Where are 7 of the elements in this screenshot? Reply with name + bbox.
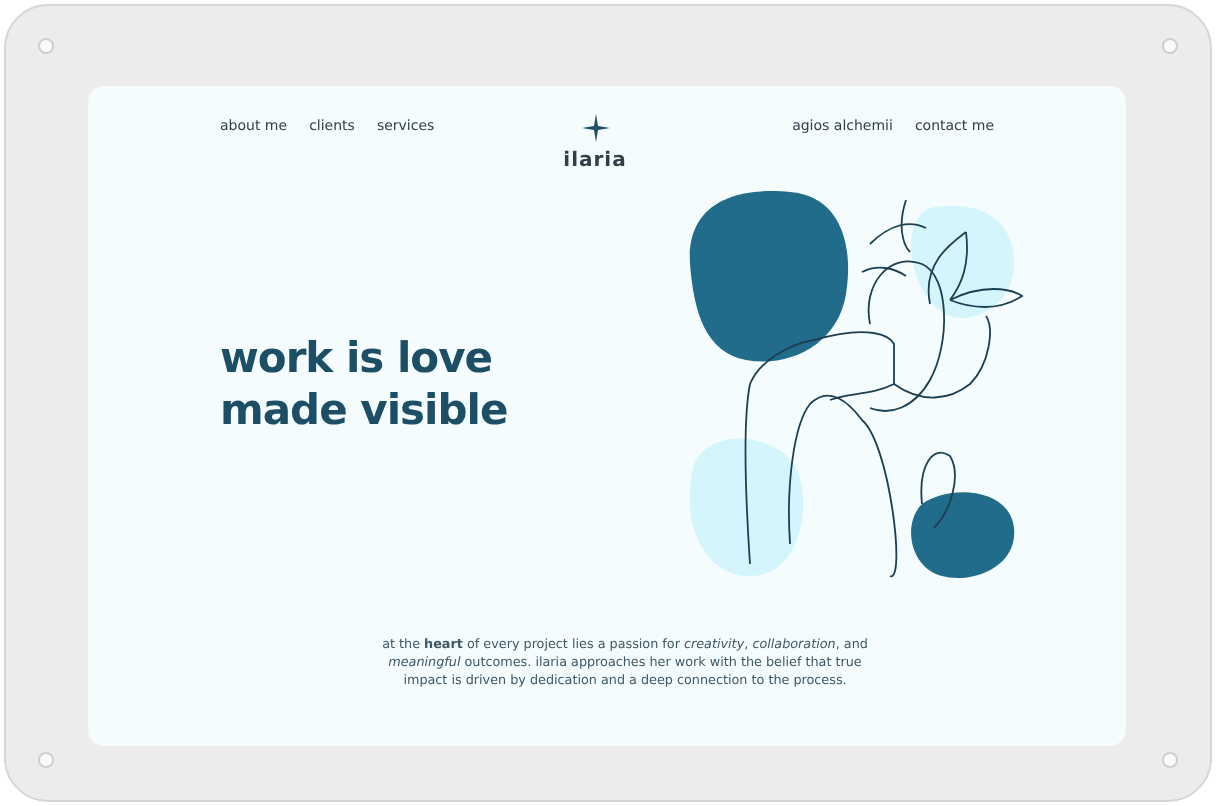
screw-dot [1162,38,1178,54]
brand-logo[interactable]: ilaria [563,150,627,172]
screw-dot [38,38,54,54]
sparkle-icon [581,114,609,142]
hero-heading: work is love made visible [220,332,508,436]
screw-dot [38,752,54,768]
screw-dot [1162,752,1178,768]
